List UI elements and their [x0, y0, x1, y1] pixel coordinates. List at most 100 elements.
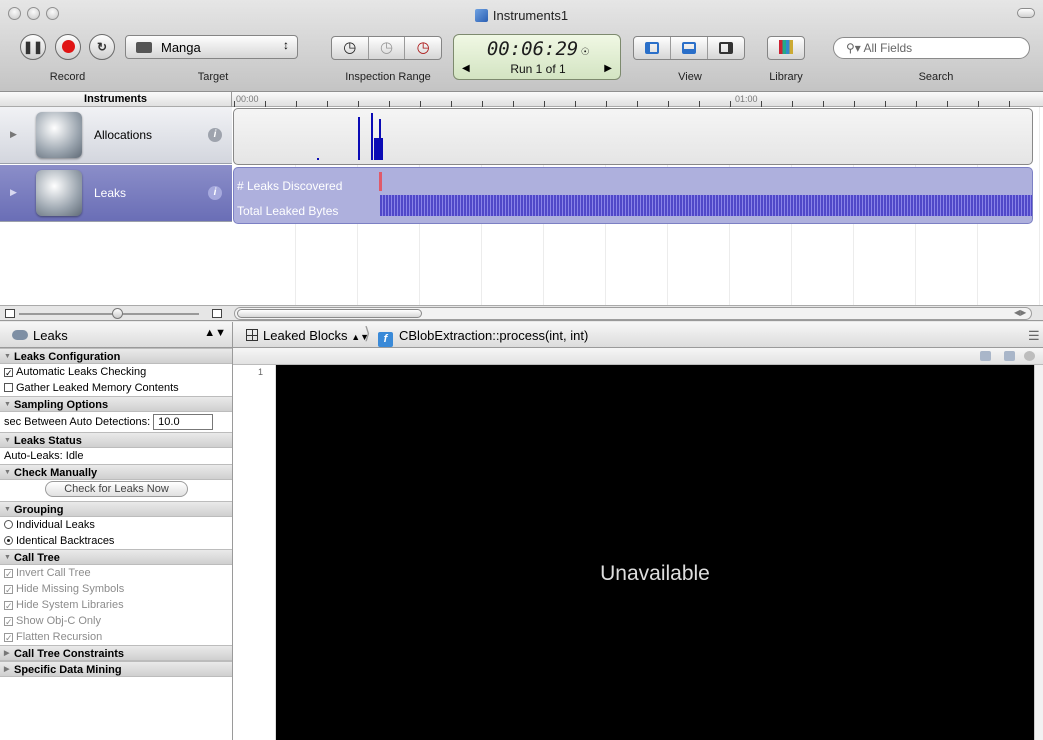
view-detail-button[interactable]: [671, 37, 708, 59]
target-app-icon: [136, 42, 152, 53]
instrument-selector-label: Leaks: [33, 328, 68, 343]
gear-icon[interactable]: [1024, 351, 1035, 361]
section-grouping[interactable]: Grouping: [0, 501, 232, 518]
section-specific-data-mining[interactable]: Specific Data Mining: [0, 661, 232, 678]
option-identical-backtraces[interactable]: Identical Backtraces: [0, 533, 232, 549]
leaks-graph[interactable]: # Leaks Discovered Total Leaked Bytes: [233, 167, 1033, 224]
small-track-icon: [5, 309, 15, 318]
checkbox-icon[interactable]: [4, 383, 13, 392]
track-name: Leaks: [94, 186, 127, 200]
library-button[interactable]: [767, 36, 805, 60]
inspection-end-button[interactable]: ◷: [405, 37, 441, 59]
disclosure-triangle-icon[interactable]: ▶: [10, 129, 17, 140]
instruments-window: Instruments1 ❚❚ ↻ Record Manga ↕ Target …: [0, 0, 1043, 740]
next-run-button[interactable]: ▶: [604, 63, 612, 74]
pause-icon: ❚❚: [22, 40, 44, 54]
breadcrumb-view[interactable]: Leaked Blocks ▲▼: [246, 328, 369, 343]
allocations-graph[interactable]: [233, 108, 1033, 165]
source-scrollbar[interactable]: [1034, 365, 1043, 740]
check-for-leaks-now-button[interactable]: Check for Leaks Now: [45, 481, 188, 497]
view-label: View: [678, 71, 702, 83]
section-sampling-options[interactable]: Sampling Options: [0, 396, 232, 413]
option-sec-between-detections: sec Between Auto Detections:: [0, 412, 232, 432]
unavailable-message: Unavailable: [600, 562, 710, 585]
target-selector[interactable]: Manga ↕: [125, 35, 298, 59]
annotations-icon[interactable]: [980, 351, 991, 361]
track-name: Allocations: [94, 128, 153, 142]
time-display: 00:06:29 ☉ ◀ Run 1 of 1 ▶: [453, 34, 621, 80]
option-invert-call-tree: ✓ Invert Call Tree: [0, 565, 232, 581]
scroll-arrows-icon[interactable]: ◀▶: [1014, 308, 1026, 317]
option-individual-leaks[interactable]: Individual Leaks: [0, 517, 232, 533]
inspection-clear-button[interactable]: ◷: [369, 37, 406, 59]
scrollbar-thumb[interactable]: [237, 309, 422, 318]
timeline-scrollbar[interactable]: [234, 307, 1032, 320]
info-icon[interactable]: i: [208, 128, 222, 142]
clock-clear-icon: ◷: [379, 39, 394, 56]
open-in-editor-icon[interactable]: [1004, 351, 1015, 361]
tick-label-start: 00:00: [236, 94, 259, 104]
instrument-selector[interactable]: Leaks ▲▼: [0, 322, 233, 348]
option-hide-system-libraries: ✓ Hide System Libraries: [0, 597, 232, 613]
detail-header: Leaks ▲▼ Leaked Blocks ▲▼ ⟩ f CBlobExtrac…: [0, 322, 1043, 348]
section-check-manually[interactable]: Check Manually: [0, 464, 232, 481]
checked-checkbox-icon[interactable]: ✓: [4, 368, 13, 378]
window-title: Instruments1: [0, 8, 1043, 23]
breadcrumb-function[interactable]: f CBlobExtraction::process(int, int): [378, 328, 588, 347]
search-input[interactable]: ⚲▾ All Fields: [833, 37, 1030, 59]
menu-icon[interactable]: ☰: [1028, 328, 1040, 344]
section-call-tree-constraints[interactable]: Call Tree Constraints: [0, 645, 232, 662]
section-leaks-configuration[interactable]: Leaks Configuration: [0, 348, 232, 365]
view-extended-button[interactable]: [708, 37, 744, 59]
source-toolbar: [233, 348, 1043, 365]
checked-checkbox-icon: ✓: [4, 617, 13, 627]
window-title-text: Instruments1: [492, 8, 569, 23]
section-leaks-status[interactable]: Leaks Status: [0, 432, 232, 449]
series-label-leaks-discovered: # Leaks Discovered: [237, 179, 343, 193]
library-label: Library: [769, 71, 803, 83]
toolbar-toggle-button[interactable]: [1017, 8, 1035, 18]
option-label: Hide Missing Symbols: [16, 583, 125, 595]
clock-icon: ☉: [581, 44, 590, 59]
record-button[interactable]: [55, 34, 81, 60]
check-button-row: Check for Leaks Now: [0, 481, 232, 501]
record-icon: [61, 40, 75, 53]
toolbar: Instruments1 ❚❚ ↻ Record Manga ↕ Target …: [0, 0, 1043, 92]
view-control: [633, 36, 745, 60]
inspection-range-control: ◷ ◷ ◷: [331, 36, 442, 60]
allocations-instrument-icon: [36, 112, 82, 158]
track-height-slider[interactable]: [19, 313, 199, 315]
option-label: Gather Leaked Memory Contents: [16, 382, 179, 394]
option-automatic-leaks-checking[interactable]: ✓ Automatic Leaks Checking: [0, 364, 232, 380]
option-hide-missing-symbols: ✓ Hide Missing Symbols: [0, 581, 232, 597]
inspection-range-label: Inspection Range: [345, 71, 431, 83]
allocation-bar: [371, 113, 373, 160]
pause-button[interactable]: ❚❚: [20, 34, 46, 60]
source-view[interactable]: Unavailable: [276, 365, 1034, 740]
search-icon: ⚲▾: [846, 41, 864, 55]
allocation-bar: [358, 117, 360, 160]
info-icon[interactable]: i: [208, 186, 222, 200]
view-sidebar-button[interactable]: [634, 37, 671, 59]
sec-between-input[interactable]: [153, 414, 214, 431]
radio-selected-icon[interactable]: [4, 536, 13, 545]
section-call-tree[interactable]: Call Tree: [0, 549, 232, 566]
disclosure-triangle-icon[interactable]: ▶: [10, 187, 17, 198]
option-gather-leaked-memory[interactable]: Gather Leaked Memory Contents: [0, 380, 232, 396]
leak-discovered-marker: [379, 172, 382, 191]
grid-line: [1039, 107, 1040, 305]
leaks-status-value: Auto-Leaks: Idle: [4, 450, 84, 462]
loop-button[interactable]: ↻: [89, 34, 115, 60]
option-label: Flatten Recursion: [16, 631, 103, 643]
instruments-column-header: Instruments: [0, 92, 232, 107]
updown-arrows-icon: ↕: [283, 38, 289, 52]
option-label: Hide System Libraries: [16, 599, 124, 611]
track-zoom-row: ◀▶: [0, 305, 1043, 321]
inspection-start-button[interactable]: ◷: [332, 37, 369, 59]
track-leaks[interactable]: ▶ Leaks i: [0, 165, 232, 222]
radio-icon[interactable]: [4, 520, 13, 529]
checked-checkbox-icon: ✓: [4, 585, 13, 595]
slider-knob[interactable]: [112, 308, 123, 319]
checked-checkbox-icon: ✓: [4, 633, 13, 643]
track-allocations[interactable]: ▶ Allocations i: [0, 107, 232, 164]
